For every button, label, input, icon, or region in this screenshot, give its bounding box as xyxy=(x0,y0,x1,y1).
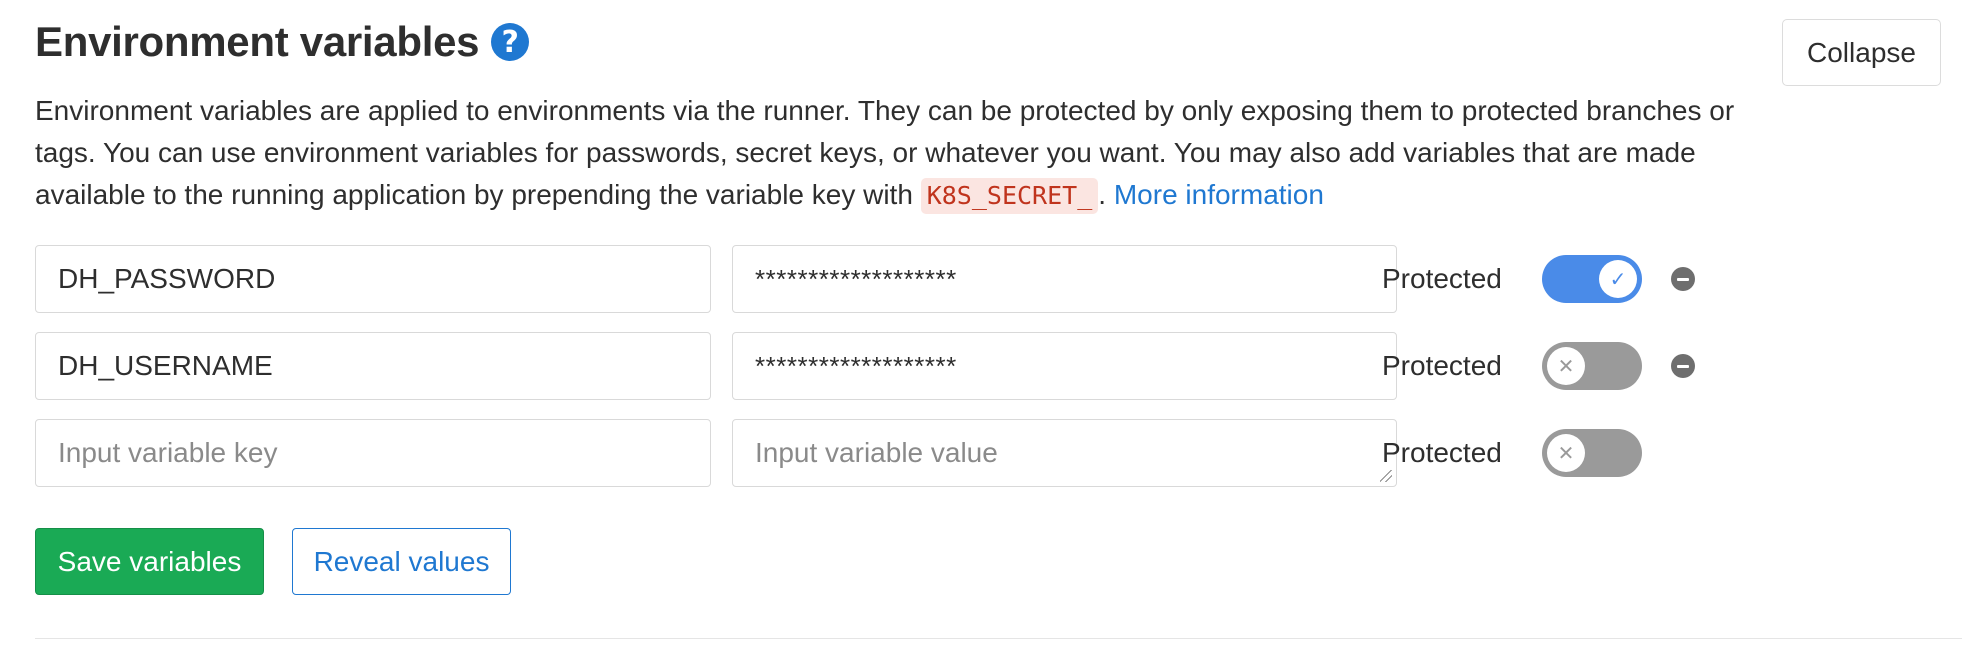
section-description: Environment variables are applied to env… xyxy=(35,90,1755,216)
new-variable-key-input[interactable]: Input variable key xyxy=(35,419,711,487)
protected-label: Protected xyxy=(1382,263,1502,294)
protected-toggle[interactable]: ✕ xyxy=(1542,429,1642,477)
variable-value-input[interactable]: ******************* xyxy=(732,332,1397,400)
k8s-secret-code: K8S_SECRET_ xyxy=(920,178,1099,214)
section-title: Environment variables xyxy=(35,18,480,65)
remove-variable-icon[interactable] xyxy=(1671,354,1695,378)
environment-variables-section: Environment variables ? Collapse Environ… xyxy=(0,0,1962,650)
variable-key-input[interactable]: DH_USERNAME xyxy=(35,332,711,400)
protected-label: Protected xyxy=(1382,437,1502,468)
new-variable-value-textarea[interactable]: Input variable value xyxy=(732,419,1397,487)
more-information-link[interactable]: More information xyxy=(1114,179,1324,210)
variable-row: DH_PASSWORD ******************* Protecte… xyxy=(35,245,1735,313)
close-icon: ✕ xyxy=(1547,347,1585,385)
reveal-values-button[interactable]: Reveal values xyxy=(292,528,511,595)
remove-variable-icon[interactable] xyxy=(1671,267,1695,291)
close-icon: ✕ xyxy=(1547,434,1585,472)
new-variable-row: Input variable key Input variable value … xyxy=(35,419,1735,487)
section-divider xyxy=(35,638,1962,639)
check-icon: ✓ xyxy=(1599,260,1637,298)
question-circle-icon[interactable]: ? xyxy=(491,23,530,61)
collapse-button[interactable]: Collapse xyxy=(1782,19,1941,86)
variable-value-input[interactable]: ******************* xyxy=(732,245,1397,313)
description-text: Environment variables are applied to env… xyxy=(35,95,1735,210)
description-text-after: . xyxy=(1098,179,1114,210)
save-variables-button[interactable]: Save variables xyxy=(35,528,264,595)
variable-row: DH_USERNAME ******************* Protecte… xyxy=(35,332,1735,400)
section-header: Environment variables ? xyxy=(35,18,530,66)
value-placeholder: Input variable value xyxy=(755,437,998,468)
variable-key-input[interactable]: DH_PASSWORD xyxy=(35,245,711,313)
protected-toggle[interactable]: ✕ xyxy=(1542,342,1642,390)
protected-toggle[interactable]: ✓ xyxy=(1542,255,1642,303)
protected-label: Protected xyxy=(1382,350,1502,381)
